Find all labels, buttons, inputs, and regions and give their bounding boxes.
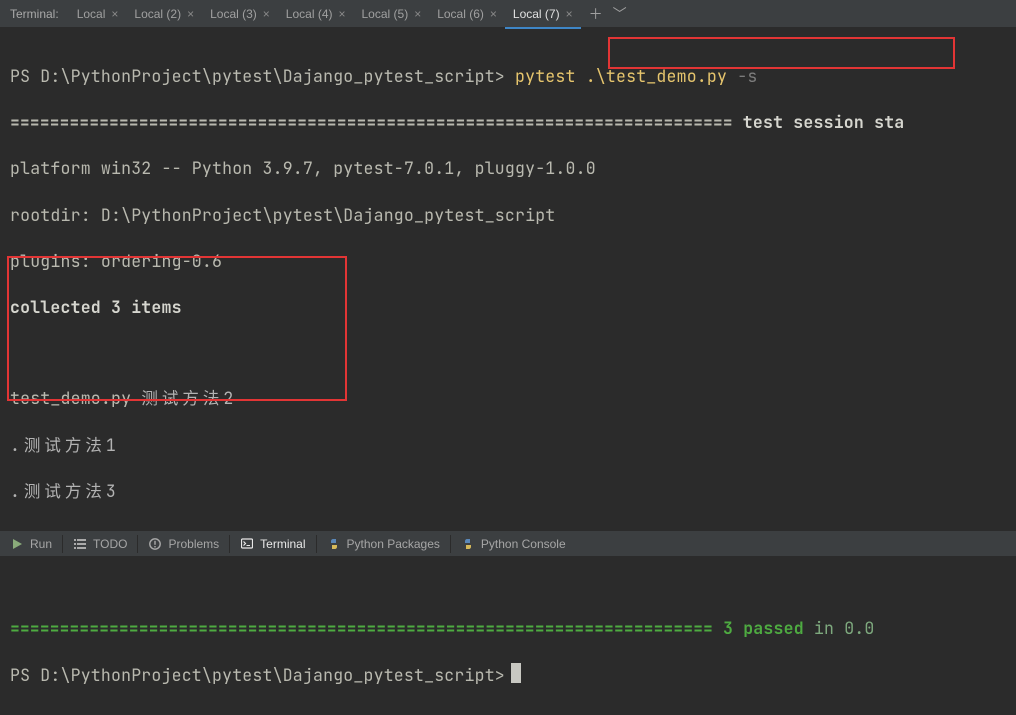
terminal-icon xyxy=(240,537,254,551)
plugins-line: plugins: ordering-0.6 xyxy=(10,250,1006,273)
tab-local-2[interactable]: Local (2) × xyxy=(126,0,202,28)
todo-toolwindow-button[interactable]: TODO xyxy=(63,531,137,557)
close-icon[interactable]: × xyxy=(414,7,421,21)
prompt: PS D:\PythonProject\pytest\Dajango_pytes… xyxy=(10,664,505,686)
separator-line: ========================================… xyxy=(10,617,713,639)
tab-local-4[interactable]: Local (4) × xyxy=(278,0,354,28)
close-icon[interactable]: × xyxy=(490,7,497,21)
tab-local-6[interactable]: Local (6) × xyxy=(429,0,505,28)
python-packages-label: Python Packages xyxy=(347,537,440,551)
close-icon[interactable]: × xyxy=(566,7,573,21)
rootdir-line: rootdir: D:\PythonProject\pytest\Dajango… xyxy=(10,204,1006,227)
close-icon[interactable]: × xyxy=(263,7,270,21)
python-icon xyxy=(327,537,341,551)
plus-icon[interactable]: ＋ xyxy=(589,7,603,21)
tab-local-7[interactable]: Local (7) × xyxy=(505,0,581,28)
terminal-label: Terminal xyxy=(260,537,305,551)
caret xyxy=(511,663,521,683)
tab-local-5[interactable]: Local (5) × xyxy=(354,0,430,28)
tab-local-3[interactable]: Local (3) × xyxy=(202,0,278,28)
test-output-2: .测试方法1 xyxy=(10,434,1006,457)
problems-label: Problems xyxy=(168,537,219,551)
tab-label: Local (7) xyxy=(513,7,560,21)
chevron-down-icon[interactable]: ﹀ xyxy=(613,7,627,21)
result-time: in 0.0 xyxy=(814,617,875,639)
tab-label: Local xyxy=(77,7,106,21)
tab-label: Local (2) xyxy=(134,7,181,21)
terminal-toolwindow-button[interactable]: Terminal xyxy=(230,531,315,557)
test-output-1: 测试方法2 xyxy=(141,387,237,409)
play-icon xyxy=(10,537,24,551)
tab-label: Local (3) xyxy=(210,7,257,21)
close-icon[interactable]: × xyxy=(338,7,345,21)
result-passed: 3 passed xyxy=(713,617,814,639)
test-file: test_demo.py xyxy=(10,387,141,409)
run-label: Run xyxy=(30,537,52,551)
close-icon[interactable]: × xyxy=(187,7,194,21)
session-header: test session sta xyxy=(733,111,905,133)
terminal-tabstrip: Terminal: Local × Local (2) × Local (3) … xyxy=(0,0,1016,28)
tool-window-bar: Run TODO Problems Terminal Python Packag… xyxy=(0,530,1016,556)
separator-line: ========================================… xyxy=(10,111,733,133)
list-icon xyxy=(73,537,87,551)
tab-label: Local (6) xyxy=(437,7,484,21)
python-console-toolwindow-button[interactable]: Python Console xyxy=(451,531,576,557)
python-icon xyxy=(461,537,475,551)
tab-local-1[interactable]: Local × xyxy=(69,0,127,28)
run-toolwindow-button[interactable]: Run xyxy=(0,531,62,557)
platform-line: platform win32 -- Python 3.9.7, pytest-7… xyxy=(10,157,1006,180)
tabstrip-label: Terminal: xyxy=(0,7,69,21)
python-packages-toolwindow-button[interactable]: Python Packages xyxy=(317,531,450,557)
prompt: PS D:\PythonProject\pytest\Dajango_pytes… xyxy=(10,65,515,87)
terminal-output[interactable]: PS D:\PythonProject\pytest\Dajango_pytes… xyxy=(0,28,1016,715)
problems-toolwindow-button[interactable]: Problems xyxy=(138,531,229,557)
tab-label: Local (4) xyxy=(286,7,333,21)
command-text: pytest .\test_demo.py xyxy=(515,65,727,87)
collected-line: collected 3 items xyxy=(10,296,1006,319)
test-output-3: .测试方法3 xyxy=(10,480,1006,503)
close-icon[interactable]: × xyxy=(111,7,118,21)
warning-icon xyxy=(148,537,162,551)
command-flag: -s xyxy=(737,65,757,87)
tab-label: Local (5) xyxy=(362,7,409,21)
todo-label: TODO xyxy=(93,537,127,551)
python-console-label: Python Console xyxy=(481,537,566,551)
